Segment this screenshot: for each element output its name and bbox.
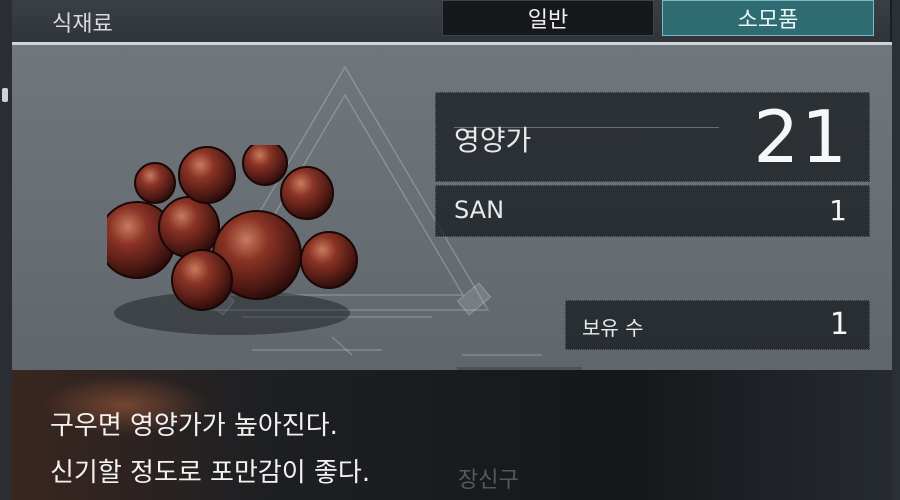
edge-marker <box>2 88 8 102</box>
owned-count-label: 보유 수 <box>582 316 644 340</box>
tab-consumable[interactable]: 소모품 <box>662 0 874 36</box>
san-label: SAN <box>454 196 505 224</box>
description-line-1: 구우면 영양가가 높아진다. <box>50 411 338 441</box>
owned-count-stat: 보유 수 1 <box>565 300 870 350</box>
item-detail-panel: 영양가 21 SAN 1 보유 수 1 <box>12 45 892 373</box>
left-edge-panel <box>0 0 12 500</box>
item-header: 식재료 일반 소모품 <box>12 0 890 42</box>
tab-consumable-label: 소모품 <box>737 8 799 33</box>
nutrition-label: 영양가 <box>454 124 532 157</box>
nutrition-divider <box>454 127 719 128</box>
nutrition-stat: 영양가 21 <box>435 92 870 182</box>
tab-general[interactable]: 일반 <box>442 0 654 36</box>
san-stat: SAN 1 <box>435 185 870 237</box>
background-category-text: 장신구 <box>458 468 519 493</box>
owned-count-value: 1 <box>829 307 849 342</box>
nutrition-value: 21 <box>753 95 849 179</box>
right-edge-panel <box>892 0 900 500</box>
fried-meatballs-image <box>107 145 358 335</box>
description-line-2: 신기할 정도로 포만감이 좋다. <box>50 458 371 488</box>
category-label: 식재료 <box>52 12 113 37</box>
san-value: 1 <box>829 194 847 227</box>
tab-general-label: 일반 <box>527 8 569 33</box>
